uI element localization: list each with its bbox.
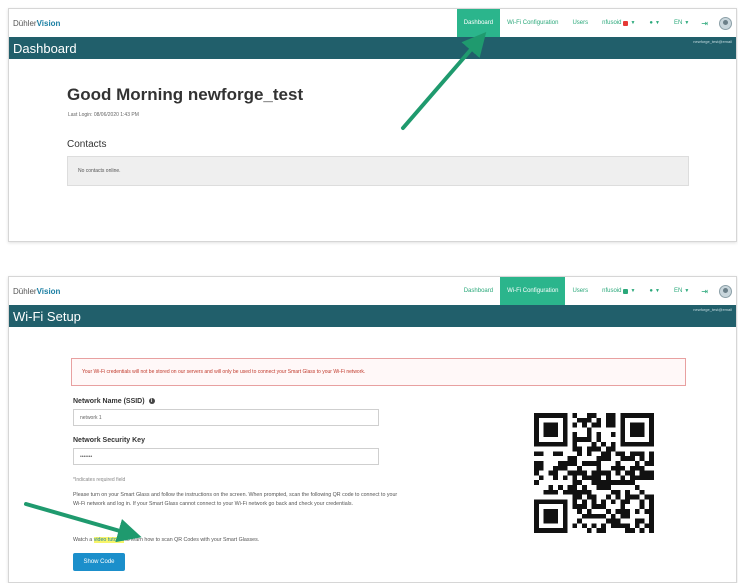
page-title: Wi-Fi Setup [13, 309, 81, 324]
network-name-label: Network Name (SSID) i [73, 398, 155, 405]
show-code-button[interactable]: Show Code [73, 553, 125, 571]
logout-icon[interactable]: ⇥ [696, 9, 713, 37]
chevron-down-icon: ▼ [655, 20, 660, 26]
contacts-heading: Contacts [67, 139, 107, 150]
tutorial-prefix: Watch a [73, 537, 94, 543]
avatar-icon [719, 284, 732, 298]
chevron-down-icon: ▼ [684, 288, 690, 294]
status-menu[interactable]: ● ▼ [642, 277, 667, 305]
video-tutorial-link[interactable]: video tutorial [93, 537, 124, 543]
contacts-panel: No contacts online. [67, 156, 689, 186]
instructions-text: Please turn on your Smart Glass and foll… [73, 492, 398, 507]
nav-dashboard[interactable]: Dashboard [456, 9, 501, 37]
status-dot-icon: ● [649, 20, 654, 26]
language-label: EN [674, 288, 683, 294]
user-menu-label: nfusoid [602, 288, 622, 294]
wifi-setup-screenshot: Dühler Vision Dashboard Wi-Fi Configurat… [8, 276, 737, 583]
nav-dashboard[interactable]: Dashboard [457, 277, 500, 305]
security-key-label: Network Security Key [73, 437, 145, 444]
page-title-bar: Dashboard newforge_test@email [9, 37, 736, 59]
chevron-down-icon: ▼ [630, 20, 636, 26]
warning-text: Your Wi-Fi credentials will not be store… [82, 369, 366, 375]
required-field-note: *Indicates required field [73, 477, 126, 483]
dashboard-screenshot: Dühler Vision Dashboard Wi-Fi Configurat… [8, 8, 737, 242]
avatar-icon [719, 16, 732, 30]
last-login-text: Last Login: 08/06/2020 1:43 PM [68, 112, 139, 118]
network-name-input[interactable] [73, 409, 379, 426]
status-menu[interactable]: ● ▼ [642, 9, 667, 37]
language-label: EN [674, 20, 683, 26]
no-contacts-text: No contacts online. [78, 168, 121, 174]
account-email: newforge_test@email [693, 39, 732, 44]
avatar-button[interactable] [713, 9, 736, 37]
logo-text-bold: Vision [36, 18, 61, 28]
security-key-input[interactable] [73, 448, 379, 465]
brand-logo[interactable]: Dühler Vision [9, 277, 60, 305]
avatar-button[interactable] [713, 277, 736, 305]
greeting-heading: Good Morning newforge_test [67, 85, 304, 104]
tutorial-sentence: Watch a video tutorial to learn how to s… [73, 537, 259, 543]
network-name-label-text: Network Name (SSID) [73, 398, 145, 405]
language-menu[interactable]: EN ▼ [667, 9, 696, 37]
wifi-qr-code [534, 413, 654, 533]
nav-users[interactable]: Users [565, 9, 595, 37]
nav-wifi-configuration[interactable]: Wi-Fi Configuration [500, 9, 565, 37]
user-menu-label: nfusoid [602, 20, 622, 26]
language-menu[interactable]: EN ▼ [667, 277, 696, 305]
credentials-warning-alert: Your Wi-Fi credentials will not be store… [71, 358, 686, 386]
nav-wifi-configuration[interactable]: Wi-Fi Configuration [500, 277, 566, 305]
chevron-down-icon: ▼ [684, 20, 690, 26]
logo-text: Dühler [13, 286, 37, 296]
logout-icon[interactable]: ⇥ [696, 277, 713, 305]
chevron-down-icon: ▼ [655, 288, 660, 294]
user-menu[interactable]: nfusoid ▼ [595, 277, 642, 305]
status-dot-icon: ● [649, 288, 654, 294]
top-navbar: Dühler Vision Dashboard Wi-Fi Configurat… [9, 9, 736, 37]
page-title-bar: Wi-Fi Setup newforge_test@email [9, 305, 736, 327]
logo-text-bold: Vision [36, 286, 61, 296]
notification-badge-icon [623, 288, 629, 294]
logo-text: Dühler [13, 18, 37, 28]
chevron-down-icon: ▼ [630, 288, 636, 294]
page-title: Dashboard [13, 41, 77, 56]
top-navbar: Dühler Vision Dashboard Wi-Fi Configurat… [9, 277, 736, 305]
brand-logo[interactable]: Dühler Vision [9, 9, 60, 37]
info-icon[interactable]: i [148, 398, 155, 405]
user-menu[interactable]: nfusoid ▼ [595, 9, 642, 37]
account-email: newforge_test@email [693, 307, 732, 312]
notification-badge-icon [623, 20, 629, 26]
tutorial-suffix: to learn how to scan QR Codes with your … [123, 537, 260, 543]
nav-users[interactable]: Users [565, 277, 595, 305]
